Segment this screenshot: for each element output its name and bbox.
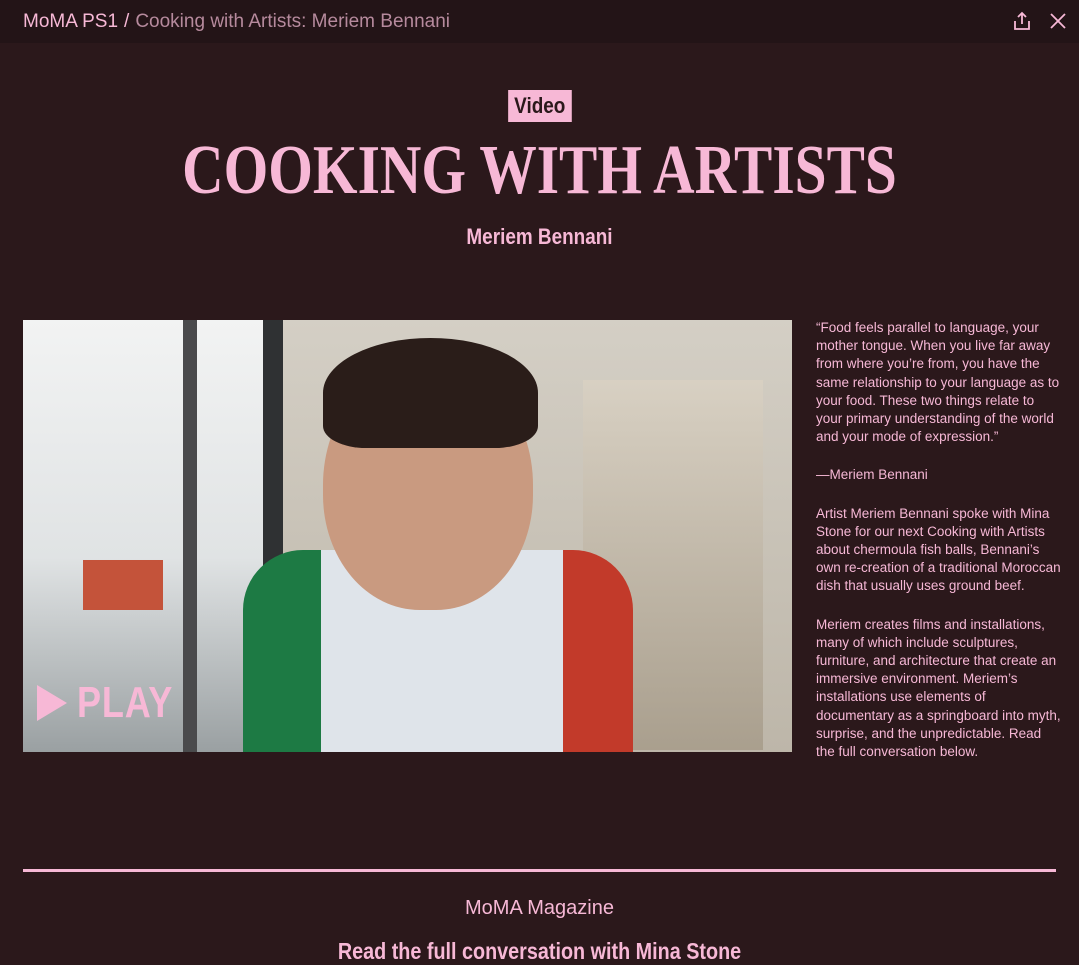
description-paragraph: Artist Meriem Bennani spoke with Mina St… <box>816 505 1061 594</box>
top-actions <box>1009 8 1071 34</box>
video-thumbnail-person <box>323 338 538 448</box>
top-bar: MoMA PS1 / Cooking with Artists: Meriem … <box>0 0 1079 43</box>
breadcrumb-separator: / <box>124 10 130 32</box>
page-subtitle: Meriem Bennani <box>466 224 613 249</box>
page-header: Video COOKING WITH ARTISTS Meriem Bennan… <box>0 90 1079 250</box>
close-icon[interactable] <box>1045 8 1071 34</box>
video-player[interactable]: PLAY <box>23 320 792 752</box>
section-label: MoMA Magazine <box>465 897 614 919</box>
video-thumbnail-plants <box>83 560 163 610</box>
content-type-badge: Video <box>507 90 572 122</box>
read-conversation-link[interactable]: Read the full conversation with Mina Sto… <box>76 938 1004 965</box>
play-label: PLAY <box>77 678 174 727</box>
breadcrumb-current: Cooking with Artists: Meriem Bennani <box>135 10 451 32</box>
quote-attribution: —Meriem Bennani <box>816 467 928 483</box>
video-description: “Food feels parallel to language, your m… <box>816 319 1061 781</box>
breadcrumb-root[interactable]: MoMA PS1 <box>23 11 118 33</box>
page-title: COOKING WITH ARTISTS <box>182 132 897 209</box>
section-divider <box>23 869 1056 872</box>
share-icon[interactable] <box>1009 8 1035 34</box>
play-button[interactable]: PLAY <box>37 678 194 728</box>
description-paragraph: Meriem creates films and installations, … <box>816 616 1061 760</box>
play-icon <box>37 685 67 721</box>
quote-text: “Food feels parallel to language, your m… <box>816 320 1060 445</box>
